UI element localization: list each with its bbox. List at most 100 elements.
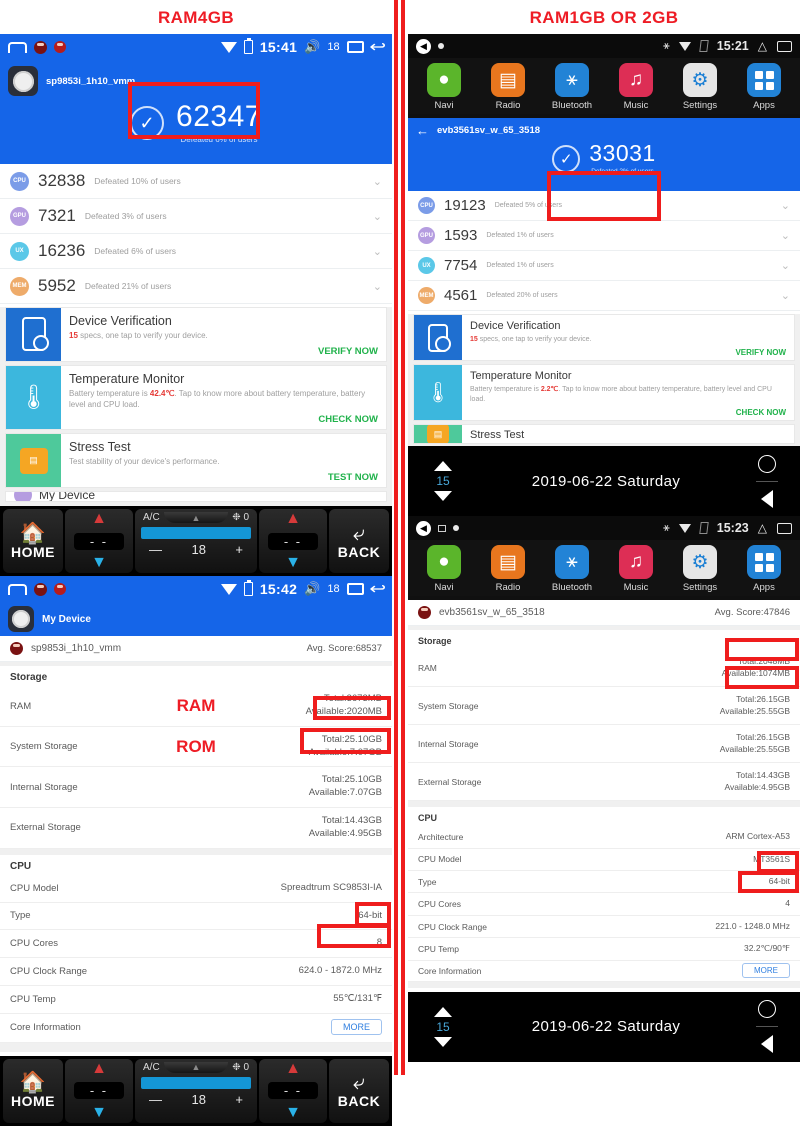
score-row[interactable]: UX 7754 Defeated 1% of users ⌄ [408,251,800,281]
driver-temp-control[interactable]: ▲ - - ▼ [65,1058,133,1123]
chevron-down-icon[interactable] [434,1036,452,1047]
speaker-icon[interactable]: 🔊 [304,39,320,55]
date-stepper: 15 [418,461,468,502]
card-stress-test[interactable]: ▤ Stress Test [413,424,795,445]
vent-icon[interactable]: ▲ [163,1061,228,1073]
storage-section-title: Storage [0,662,392,687]
driver-temp-control[interactable]: ▲ - - ▼ [65,509,133,574]
launcher-item-music[interactable]: ♫ Music [608,545,664,593]
more-button[interactable]: MORE [331,1018,382,1035]
card-temperature-monitor[interactable]: 🌡 Temperature Monitor Battery temperatur… [413,364,795,422]
launcher-item-radio[interactable]: ▤ Radio [480,63,536,111]
chevron-up-icon[interactable] [434,1006,452,1017]
score-row[interactable]: MEM 5952 Defeated 21% of users ⌄ [0,269,392,304]
temp-plus-button[interactable]: + [235,1092,243,1107]
recents-icon[interactable] [346,583,364,596]
temp-minus-button[interactable]: — [149,542,162,557]
recents-icon[interactable] [777,40,792,52]
chevron-up-icon[interactable]: ▲ [285,511,301,527]
car-home-button[interactable]: 🏠 HOME [3,1058,63,1123]
launcher-item-navi[interactable]: ● Navi [416,545,472,593]
recents-icon[interactable] [777,522,792,534]
check-now-button[interactable]: CHECK NOW [69,410,378,425]
speaker-icon[interactable]: 🔊 [304,581,320,597]
launcher-item-bluetooth[interactable]: ⚹ Bluetooth [544,545,600,593]
chevron-down-icon[interactable]: ▼ [285,1104,301,1121]
chevron-down-icon[interactable]: ⌄ [781,199,790,212]
speaker-icon[interactable]: ◀ [416,38,431,54]
row-key: CPU Cores [10,938,59,950]
score-row[interactable]: UX 16236 Defeated 6% of users ⌄ [0,234,392,269]
home-circle-icon[interactable] [758,1000,776,1019]
vent-icon[interactable]: ▲ [163,512,228,524]
car-home-button[interactable]: 🏠 HOME [3,509,63,574]
chevron-down-icon[interactable]: ⌄ [781,289,790,302]
card-temperature-monitor[interactable]: 🌡 Temperature Monitor Battery temperatur… [5,364,387,431]
launcher-item-apps[interactable]: Apps [736,63,792,111]
launcher-item-radio[interactable]: ▤ Radio [480,545,536,593]
launcher-item-settings[interactable]: ⚙ Settings [672,545,728,593]
back-icon[interactable]: ↩ [369,37,386,57]
speaker-icon[interactable]: ◀ [416,520,431,536]
back-icon[interactable]: ↩ [369,579,386,599]
chevron-down-icon[interactable]: ⌄ [373,210,382,223]
card-device-verification[interactable]: Device Verification 15 specs, one tap to… [413,314,795,362]
temp-plus-button[interactable]: + [235,542,243,557]
chevron-down-icon[interactable]: ⌄ [373,245,382,258]
verify-now-button[interactable]: VERIFY NOW [470,344,786,357]
card-my-device[interactable]: My Device [5,491,387,503]
home-icon[interactable] [8,41,27,53]
chevron-up-icon[interactable]: ▲ [91,1060,107,1077]
score-value: 19123 [444,197,486,214]
fan-speed-bar[interactable] [141,1076,251,1089]
row-value: 4 [785,898,790,909]
score-row[interactable]: CPU 32838 Defeated 10% of users ⌄ [0,164,392,199]
more-button[interactable]: MORE [742,962,790,978]
score-row[interactable]: GPU 7321 Defeated 3% of users ⌄ [0,199,392,234]
verify-now-button[interactable]: VERIFY NOW [69,342,378,357]
passenger-temp-control[interactable]: ▲ - - ▼ [259,1058,327,1123]
chevron-down-icon[interactable]: ⌄ [373,175,382,188]
card-device-verification[interactable]: Device Verification 15 specs, one tap to… [5,307,387,362]
back-triangle-icon[interactable] [761,489,773,508]
back-arrow-icon[interactable]: ← [416,123,429,138]
chevron-up-icon[interactable]: △ [758,39,768,53]
climate-center-panel[interactable]: A/C ▲ ❉ 0 — 18 + [135,1058,257,1123]
chevron-up-icon[interactable]: ▲ [285,1060,301,1077]
launcher-item-settings[interactable]: ⚙ Settings [672,63,728,111]
chevron-up-icon[interactable] [434,461,452,472]
home-icon[interactable] [8,583,27,595]
chevron-up-icon[interactable]: ▲ [91,511,107,527]
recents-icon[interactable] [346,41,364,53]
fan-speed-bar[interactable] [141,527,251,540]
score-row[interactable]: MEM 4561 Defeated 20% of users ⌄ [408,281,800,311]
antutu-bug-icon-2 [54,41,66,53]
left-column: RAM4GB 15:41 🔊 18 ↩ sp9853i_1h10_vmm ✓ 6… [0,0,392,1126]
launcher-item-bluetooth[interactable]: ⚹ Bluetooth [544,63,600,111]
temp-minus-button[interactable]: — [149,1092,162,1107]
row-value: 624.0 - 1872.0 MHz [298,965,382,977]
launcher-item-apps[interactable]: Apps [736,545,792,593]
score-row[interactable]: GPU 1593 Defeated 1% of users ⌄ [408,221,800,251]
date-text: 2019-06-22 Saturday [531,472,681,490]
home-circle-icon[interactable] [758,454,776,473]
chevron-up-icon[interactable]: △ [758,521,768,535]
test-now-button[interactable]: TEST NOW [69,468,378,483]
passenger-temp-control[interactable]: ▲ - - ▼ [259,509,327,574]
car-back-button[interactable]: ⤶ BACK [329,509,389,574]
chevron-down-icon[interactable]: ▼ [91,1104,107,1121]
car-back-button[interactable]: ⤶ BACK [329,1058,389,1123]
chevron-down-icon[interactable]: ▼ [91,555,107,571]
chevron-down-icon[interactable]: ⌄ [373,280,382,293]
chevron-down-icon[interactable]: ⌄ [781,229,790,242]
climate-center-panel[interactable]: A/C ▲ ❉ 0 — 18 + [135,509,257,574]
check-now-button[interactable]: CHECK NOW [470,404,786,417]
chevron-down-icon[interactable]: ▼ [285,555,301,571]
card-stress-test[interactable]: ▤ Stress Test Test stability of your dev… [5,433,387,489]
launcher-item-navi[interactable]: ● Navi [416,63,472,111]
back-triangle-icon[interactable] [761,1035,773,1054]
chevron-down-icon[interactable] [434,491,452,502]
chevron-down-icon[interactable]: ⌄ [781,259,790,272]
score-row[interactable]: CPU 19123 Defeated 5% of users ⌄ [408,191,800,221]
launcher-item-music[interactable]: ♫ Music [608,63,664,111]
